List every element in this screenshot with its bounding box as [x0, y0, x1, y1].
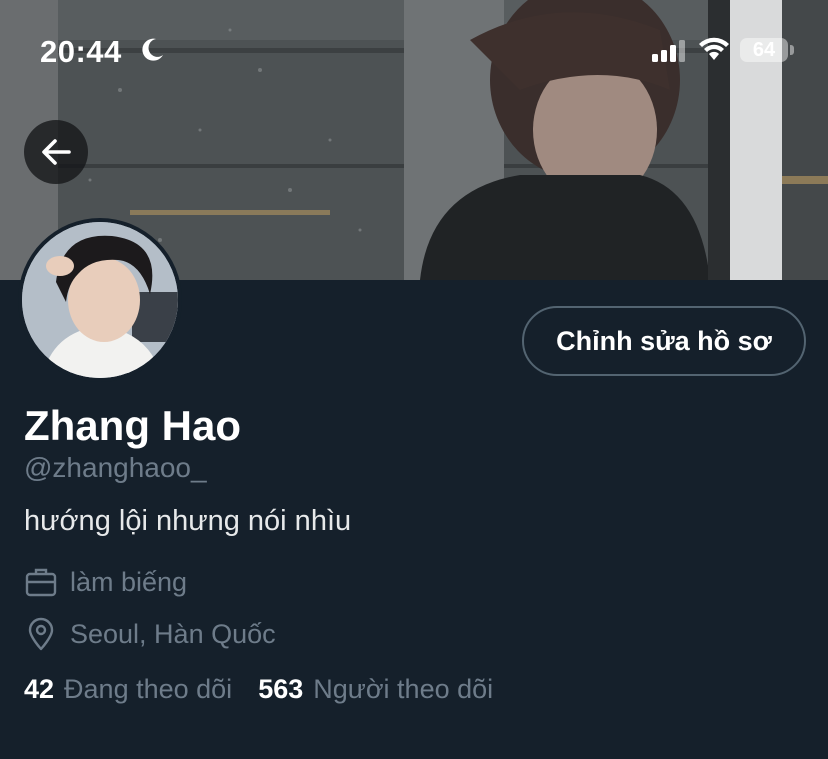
following-count: 42	[24, 674, 55, 704]
followers-count: 563	[258, 674, 304, 704]
profile-bio: hướng lội nhưng nói nhìu	[24, 505, 352, 537]
battery-cap	[790, 45, 794, 55]
back-button[interactable]	[24, 120, 88, 184]
location-row: Seoul, Hàn Quốc	[24, 614, 276, 654]
moon-icon	[142, 38, 163, 61]
briefcase-icon	[24, 565, 58, 599]
display-name: Zhang Hao	[24, 402, 241, 449]
location-text: Seoul, Hàn Quốc	[70, 618, 276, 649]
followers-link[interactable]: 563 Người theo dõi	[258, 674, 493, 705]
battery-icon: 64	[740, 38, 788, 62]
status-time: 20:44	[40, 34, 122, 69]
job-row: làm biếng	[24, 562, 187, 602]
job-text: làm biếng	[70, 566, 188, 597]
followers-label: Người theo dõi	[313, 674, 494, 704]
following-label: Đang theo dõi	[64, 674, 233, 704]
wifi-icon	[699, 37, 729, 60]
username-handle: @zhanghaoo_	[24, 452, 207, 483]
cellular-signal-icon	[652, 40, 685, 62]
edit-profile-button[interactable]: Chỉnh sửa hồ sơ	[522, 306, 806, 376]
battery-level: 64	[752, 39, 776, 61]
arrow-left-icon	[42, 139, 71, 165]
following-link[interactable]: 42 Đang theo dõi	[24, 674, 232, 705]
avatar[interactable]	[18, 218, 182, 382]
status-bar: 20:44 64	[0, 0, 828, 100]
avatar-image	[22, 222, 178, 378]
location-pin-icon	[24, 617, 58, 651]
follow-stats: 42 Đang theo dõi 563 Người theo dõi	[24, 674, 493, 705]
